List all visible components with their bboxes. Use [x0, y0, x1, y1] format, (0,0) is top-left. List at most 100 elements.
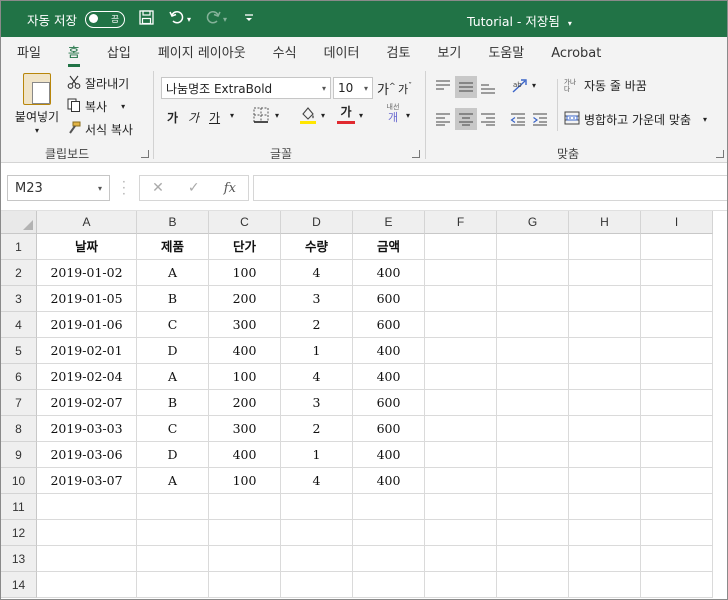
cell-b8[interactable]: C — [137, 416, 209, 442]
cell-h1[interactable] — [569, 234, 641, 260]
cell-a6[interactable]: 2019-02-04 — [37, 364, 137, 390]
cell-b6[interactable]: A — [137, 364, 209, 390]
tab-view[interactable]: 보기 — [437, 42, 461, 67]
cell-a1[interactable]: 날짜 — [37, 234, 137, 260]
row-header-11[interactable]: 11 — [1, 494, 37, 520]
cell-i14[interactable] — [641, 572, 713, 598]
cut-button[interactable]: 잘라내기 — [67, 75, 129, 92]
cell-d4[interactable]: 2 — [281, 312, 353, 338]
column-header-a[interactable]: A — [37, 211, 137, 234]
cell-e10[interactable]: 400 — [353, 468, 425, 494]
font-size-select[interactable]: 10 ▾ — [333, 77, 373, 99]
redo-icon[interactable] — [205, 10, 221, 29]
cell-b11[interactable] — [137, 494, 209, 520]
align-bottom-button[interactable] — [480, 81, 496, 98]
cell-e12[interactable] — [353, 520, 425, 546]
cell-d7[interactable]: 3 — [281, 390, 353, 416]
increase-indent-button[interactable] — [532, 112, 548, 129]
cell-d6[interactable]: 4 — [281, 364, 353, 390]
cell-i3[interactable] — [641, 286, 713, 312]
cell-c13[interactable] — [209, 546, 281, 572]
cell-b7[interactable]: B — [137, 390, 209, 416]
paste-button[interactable]: 붙여넣기 ▾ — [13, 73, 61, 135]
tab-review[interactable]: 검토 — [386, 42, 410, 67]
format-painter-button[interactable]: 서식 복사 — [67, 121, 133, 138]
cell-h7[interactable] — [569, 390, 641, 416]
cell-d5[interactable]: 1 — [281, 338, 353, 364]
cell-h4[interactable] — [569, 312, 641, 338]
formula-input[interactable] — [253, 175, 727, 201]
tab-acrobat[interactable]: Acrobat — [551, 46, 601, 67]
cell-i9[interactable] — [641, 442, 713, 468]
cell-c1[interactable]: 단가 — [209, 234, 281, 260]
cell-d12[interactable] — [281, 520, 353, 546]
underline-button[interactable]: 가 — [209, 109, 220, 126]
formula-bar-resize-handle[interactable]: · · · — [122, 176, 126, 200]
cell-f3[interactable] — [425, 286, 497, 312]
cell-d13[interactable] — [281, 546, 353, 572]
cell-h12[interactable] — [569, 520, 641, 546]
cell-d2[interactable]: 4 — [281, 260, 353, 286]
cell-f4[interactable] — [425, 312, 497, 338]
row-header-8[interactable]: 8 — [1, 416, 37, 442]
cell-c3[interactable]: 200 — [209, 286, 281, 312]
border-dropdown-icon[interactable]: ▾ — [275, 111, 279, 120]
cell-g14[interactable] — [497, 572, 569, 598]
cell-c14[interactable] — [209, 572, 281, 598]
font-color-button[interactable]: 가 — [337, 106, 355, 124]
copy-button[interactable]: 복사 ▾ — [67, 98, 125, 115]
column-header-e[interactable]: E — [353, 211, 425, 234]
copy-dropdown-icon[interactable]: ▾ — [121, 102, 125, 111]
customize-toolbar-icon[interactable] — [241, 13, 257, 26]
cell-d8[interactable]: 2 — [281, 416, 353, 442]
increase-font-size-button[interactable]: 가^ — [377, 79, 396, 98]
insert-function-icon[interactable]: fx — [224, 181, 236, 196]
cell-c9[interactable]: 400 — [209, 442, 281, 468]
cancel-icon[interactable]: ✕ — [152, 180, 164, 196]
cell-e11[interactable] — [353, 494, 425, 520]
cell-h6[interactable] — [569, 364, 641, 390]
cell-i10[interactable] — [641, 468, 713, 494]
cell-h3[interactable] — [569, 286, 641, 312]
align-top-button[interactable] — [435, 79, 451, 96]
name-box[interactable]: M23 ▾ — [7, 175, 110, 201]
phonetic-dropdown-icon[interactable]: ▾ — [406, 111, 410, 120]
column-header-d[interactable]: D — [281, 211, 353, 234]
cell-d11[interactable] — [281, 494, 353, 520]
clipboard-launcher-icon[interactable] — [141, 150, 149, 158]
column-header-c[interactable]: C — [209, 211, 281, 234]
merge-dropdown-icon[interactable]: ▾ — [703, 115, 707, 124]
cell-g4[interactable] — [497, 312, 569, 338]
row-header-13[interactable]: 13 — [1, 546, 37, 572]
column-header-h[interactable]: H — [569, 211, 641, 234]
font-launcher-icon[interactable] — [412, 150, 420, 158]
cell-a8[interactable]: 2019-03-03 — [37, 416, 137, 442]
font-name-select[interactable]: 나눔명조 ExtraBold ▾ — [161, 77, 331, 99]
cell-e4[interactable]: 600 — [353, 312, 425, 338]
cell-e7[interactable]: 600 — [353, 390, 425, 416]
cell-g3[interactable] — [497, 286, 569, 312]
row-header-12[interactable]: 12 — [1, 520, 37, 546]
cell-a4[interactable]: 2019-01-06 — [37, 312, 137, 338]
cell-b12[interactable] — [137, 520, 209, 546]
cell-i4[interactable] — [641, 312, 713, 338]
cell-e6[interactable]: 400 — [353, 364, 425, 390]
cell-i8[interactable] — [641, 416, 713, 442]
cell-c5[interactable]: 400 — [209, 338, 281, 364]
cell-a7[interactable]: 2019-02-07 — [37, 390, 137, 416]
cell-g12[interactable] — [497, 520, 569, 546]
row-header-3[interactable]: 3 — [1, 286, 37, 312]
cell-h14[interactable] — [569, 572, 641, 598]
cell-i7[interactable] — [641, 390, 713, 416]
paste-dropdown-icon[interactable]: ▾ — [13, 126, 61, 135]
cell-e3[interactable]: 600 — [353, 286, 425, 312]
cell-f1[interactable] — [425, 234, 497, 260]
cell-g6[interactable] — [497, 364, 569, 390]
cell-a2[interactable]: 2019-01-02 — [37, 260, 137, 286]
cell-f5[interactable] — [425, 338, 497, 364]
cell-a13[interactable] — [37, 546, 137, 572]
merge-center-button[interactable]: 병합하고 가운데 맞춤 ▾ — [564, 111, 707, 128]
cell-i5[interactable] — [641, 338, 713, 364]
save-icon[interactable] — [139, 9, 155, 29]
cell-b4[interactable]: C — [137, 312, 209, 338]
